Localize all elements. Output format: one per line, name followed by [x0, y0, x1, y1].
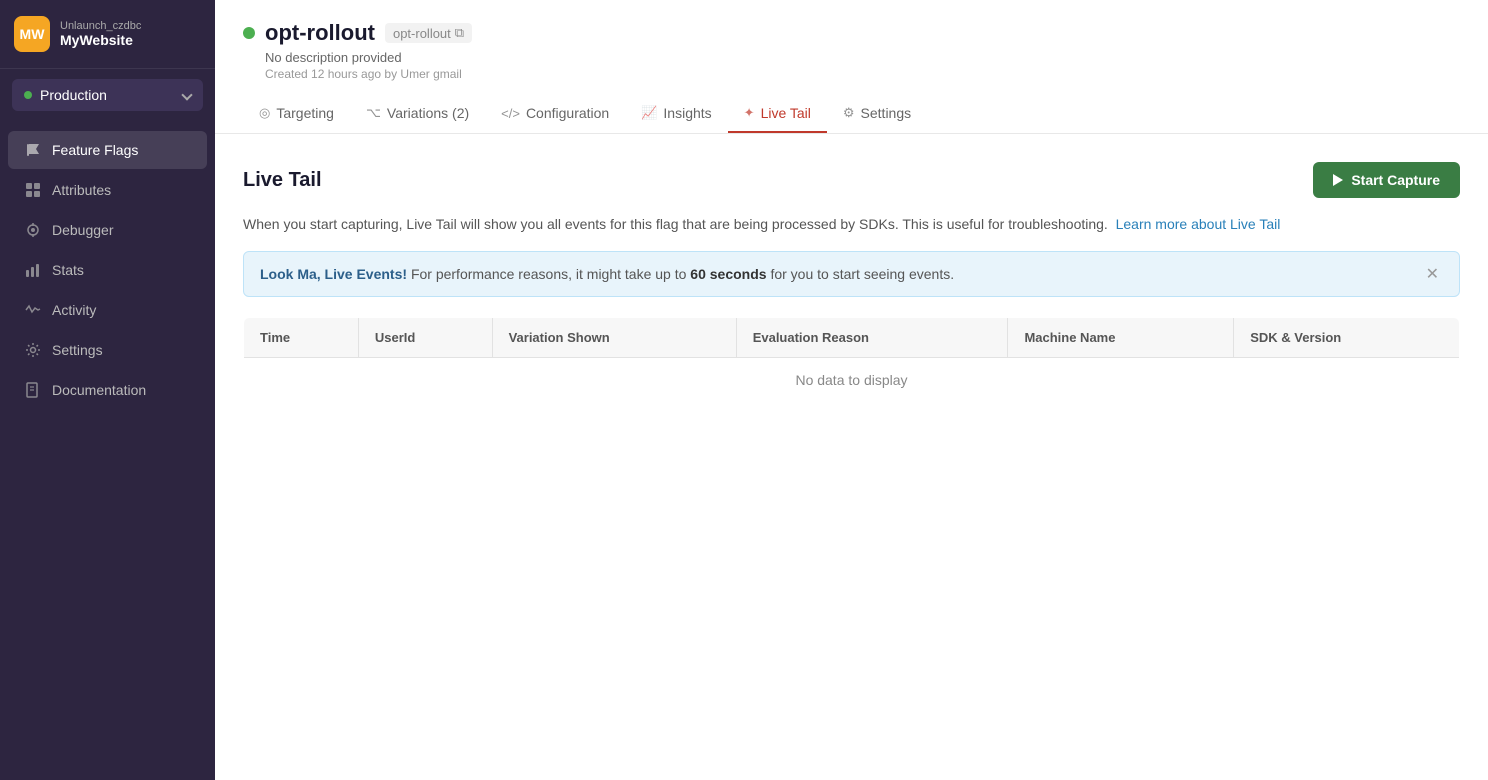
targeting-icon: ◎: [259, 105, 270, 121]
tab-configuration[interactable]: </> Configuration: [485, 95, 625, 133]
tab-live-tail[interactable]: ✦ Live Tail: [728, 95, 827, 133]
org-sub: Unlaunch_czdbc: [60, 20, 141, 32]
banner-close-button[interactable]: ✕: [1422, 264, 1443, 284]
environment-selector[interactable]: Production: [12, 79, 203, 111]
live-tail-table: Time UserId Variation Shown Evaluation R…: [243, 317, 1460, 403]
settings-tab-icon: ⚙: [843, 105, 855, 121]
bar-chart-icon: [24, 261, 42, 279]
start-capture-button[interactable]: Start Capture: [1313, 162, 1460, 198]
tab-settings[interactable]: ⚙ Settings: [827, 95, 927, 133]
sidebar-item-stats[interactable]: Stats: [8, 251, 207, 289]
sidebar-item-debugger[interactable]: Debugger: [8, 211, 207, 249]
insights-icon: 📈: [641, 105, 657, 121]
banner-bold-time: 60 seconds: [690, 266, 766, 282]
sidebar-nav: Feature Flags Attributes: [0, 121, 215, 780]
main-content: opt-rollout opt-rollout ⧉ No description…: [215, 0, 1488, 780]
flag-meta: Created 12 hours ago by Umer gmail: [265, 67, 1460, 81]
flag-icon: [24, 141, 42, 159]
chevron-down-icon: [181, 89, 192, 100]
sidebar-header: MW Unlaunch_czdbc MyWebsite: [0, 0, 215, 69]
tab-insights[interactable]: 📈 Insights: [625, 95, 727, 133]
sidebar-item-activity[interactable]: Activity: [8, 291, 207, 329]
col-userid: UserId: [358, 318, 492, 358]
empty-message: No data to display: [244, 358, 1460, 403]
start-capture-label: Start Capture: [1351, 172, 1440, 188]
copy-icon[interactable]: ⧉: [455, 25, 464, 41]
info-banner: Look Ma, Live Events! For performance re…: [243, 251, 1460, 297]
sidebar-item-label: Attributes: [52, 182, 111, 198]
flag-slug-badge: opt-rollout ⧉: [385, 23, 472, 43]
live-tail-content: Live Tail Start Capture When you start c…: [215, 134, 1488, 431]
sidebar-item-label: Settings: [52, 342, 103, 358]
sidebar-item-feature-flags[interactable]: Feature Flags: [8, 131, 207, 169]
sidebar-item-label: Documentation: [52, 382, 146, 398]
col-evaluation-reason: Evaluation Reason: [736, 318, 1008, 358]
env-left: Production: [24, 87, 107, 103]
tab-label: Configuration: [526, 105, 609, 121]
sidebar-item-label: Debugger: [52, 222, 114, 238]
sidebar-item-label: Stats: [52, 262, 84, 278]
sidebar: MW Unlaunch_czdbc MyWebsite Production F…: [0, 0, 215, 780]
flag-status-dot: [243, 27, 255, 39]
col-variation-shown: Variation Shown: [492, 318, 736, 358]
app-logo: MW: [14, 16, 50, 52]
tab-label: Variations (2): [387, 105, 469, 121]
banner-bold-title: Look Ma, Live Events!: [260, 266, 407, 282]
col-machine-name: Machine Name: [1008, 318, 1234, 358]
banner-text: Look Ma, Live Events! For performance re…: [260, 266, 954, 282]
tab-label: Settings: [861, 105, 912, 121]
flag-description: No description provided: [265, 50, 1460, 65]
live-tail-icon: ✦: [744, 105, 755, 121]
book-icon: [24, 381, 42, 399]
configuration-icon: </>: [501, 106, 520, 121]
tabs: ◎ Targeting ⌥ Variations (2) </> Configu…: [243, 95, 1460, 133]
page-header: opt-rollout opt-rollout ⧉ No description…: [215, 0, 1488, 134]
tab-targeting[interactable]: ◎ Targeting: [243, 95, 350, 133]
sidebar-item-settings[interactable]: Settings: [8, 331, 207, 369]
tab-label: Insights: [663, 105, 711, 121]
banner-body: For performance reasons, it might take u…: [411, 266, 690, 282]
live-tail-title: Live Tail: [243, 169, 322, 192]
play-icon: [1333, 174, 1343, 186]
grid-icon: [24, 181, 42, 199]
env-label: Production: [40, 87, 107, 103]
sidebar-item-attributes[interactable]: Attributes: [8, 171, 207, 209]
tab-label: Targeting: [276, 105, 334, 121]
flag-name: opt-rollout: [265, 20, 375, 46]
flag-title-row: opt-rollout opt-rollout ⧉: [243, 20, 1460, 46]
live-tail-description: When you start capturing, Live Tail will…: [243, 214, 1460, 235]
variations-icon: ⌥: [366, 105, 381, 121]
env-status-dot: [24, 91, 32, 99]
col-sdk-version: SDK & Version: [1234, 318, 1460, 358]
org-name: MyWebsite: [60, 32, 141, 48]
org-info: Unlaunch_czdbc MyWebsite: [60, 20, 141, 48]
learn-more-link[interactable]: Learn more about Live Tail: [1116, 216, 1281, 232]
col-time: Time: [244, 318, 359, 358]
sidebar-item-label: Activity: [52, 302, 96, 318]
sidebar-item-label: Feature Flags: [52, 142, 138, 158]
settings-icon: [24, 341, 42, 359]
tab-label: Live Tail: [761, 105, 811, 121]
activity-icon: [24, 301, 42, 319]
debug-icon: [24, 221, 42, 239]
tab-variations[interactable]: ⌥ Variations (2): [350, 95, 485, 133]
sidebar-item-documentation[interactable]: Documentation: [8, 371, 207, 409]
banner-suffix: for you to start seeing events.: [770, 266, 954, 282]
flag-slug-text: opt-rollout: [393, 26, 451, 41]
content-header: Live Tail Start Capture: [243, 162, 1460, 198]
empty-row: No data to display: [244, 358, 1460, 403]
